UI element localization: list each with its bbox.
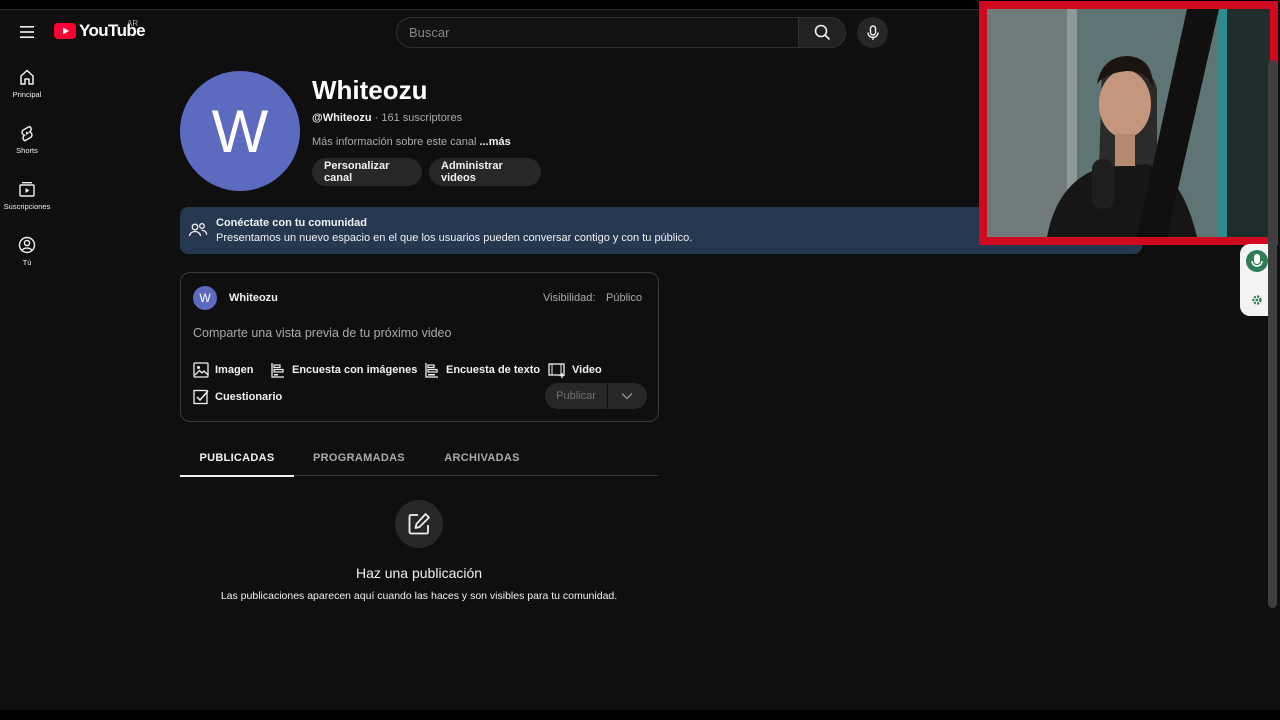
- add-video-button[interactable]: Video: [548, 362, 602, 378]
- visibility-label: Visibilidad:: [543, 292, 596, 304]
- search-bar: [396, 17, 846, 48]
- post-composer: W Whiteozu Visibilidad: Público Comparte…: [180, 272, 659, 422]
- webcam-feed-image: [987, 9, 1270, 237]
- search-input[interactable]: [396, 17, 798, 48]
- menu-button[interactable]: [12, 17, 42, 47]
- hamburger-icon: [20, 26, 34, 38]
- banner-description: Presentamos un nuevo espacio en el que l…: [216, 232, 693, 244]
- sidebar-item-shorts[interactable]: Shorts: [0, 116, 54, 172]
- webcam-overlay: [979, 1, 1278, 245]
- tool-label: Video: [572, 364, 602, 376]
- sidebar-item-tu[interactable]: Tú: [0, 228, 54, 284]
- tool-label: Encuesta con imágenes: [292, 364, 418, 376]
- home-icon: [20, 69, 34, 85]
- sidebar-item-suscripciones[interactable]: Suscripciones: [0, 172, 54, 228]
- publish-options-button[interactable]: [608, 383, 646, 409]
- subscriber-count: · 161 suscriptores: [371, 112, 463, 124]
- youtube-play-icon: [54, 23, 76, 39]
- composer-avatar: W: [193, 286, 217, 310]
- channel-name: Whiteozu: [312, 75, 428, 105]
- account-icon: [18, 236, 36, 254]
- youtube-logo[interactable]: YouTube AR: [54, 19, 146, 41]
- search-button[interactable]: [798, 17, 846, 48]
- subscriptions-icon: [19, 182, 35, 197]
- edit-icon: [408, 513, 430, 535]
- image-poll-icon: [271, 363, 284, 378]
- customize-channel-button[interactable]: Personalizar canal: [312, 158, 422, 186]
- channel-about-link[interactable]: Más información sobre este canal ...más: [312, 136, 511, 148]
- text-poll-button[interactable]: Encuesta de texto: [424, 362, 540, 378]
- tool-label: Imagen: [215, 364, 254, 376]
- empty-state-description: Las publicaciones aparecen aquí cuando l…: [220, 590, 618, 602]
- shorts-icon: [21, 125, 33, 142]
- voice-search-button[interactable]: [857, 17, 888, 48]
- scrollbar[interactable]: [1268, 60, 1277, 608]
- search-icon: [814, 24, 830, 41]
- microphone-icon: [1246, 250, 1268, 272]
- sidebar-item-label: Suscripciones: [3, 202, 51, 211]
- tab-publicadas[interactable]: PUBLICADAS: [180, 440, 294, 477]
- checkbox-icon: [193, 389, 209, 405]
- channel-handle: @Whiteozu: [312, 112, 372, 124]
- tool-label: Encuesta de texto: [446, 364, 541, 376]
- tab-programadas[interactable]: PROGRAMADAS: [294, 440, 424, 476]
- channel-meta: @Whiteozu · 161 suscriptores: [312, 112, 462, 124]
- empty-state-icon-wrap: [395, 500, 443, 548]
- channel-about-text: Más información sobre este canal: [312, 136, 480, 148]
- add-image-button[interactable]: Imagen: [193, 362, 254, 378]
- post-text-input[interactable]: Comparte una vista previa de tu próximo …: [193, 326, 451, 340]
- tab-archivadas[interactable]: ARCHIVADAS: [424, 440, 540, 476]
- people-icon: [188, 223, 208, 237]
- chevron-down-icon: [621, 392, 633, 400]
- image-icon: [193, 362, 209, 378]
- composer-author: Whiteozu: [229, 292, 278, 304]
- video-icon: [548, 363, 565, 378]
- more-link: ...más: [479, 136, 511, 148]
- sidebar-item-label: Principal: [12, 90, 42, 99]
- quiz-button[interactable]: Cuestionario: [193, 389, 282, 405]
- posts-tabs: PUBLICADAS PROGRAMADAS ARCHIVADAS: [180, 440, 658, 477]
- gear-icon: [1252, 295, 1262, 305]
- sidebar: Principal Shorts Suscripciones Tú: [0, 60, 54, 284]
- image-poll-button[interactable]: Encuesta con imágenes: [270, 362, 417, 378]
- bottom-edge: [0, 710, 1280, 720]
- tool-label: Cuestionario: [215, 391, 283, 403]
- sidebar-item-label: Shorts: [16, 146, 38, 155]
- country-code: AR: [127, 19, 139, 28]
- banner-title: Conéctate con tu comunidad: [216, 217, 367, 229]
- manage-videos-button[interactable]: Administrar videos: [429, 158, 541, 186]
- text-poll-icon: [425, 363, 438, 378]
- sidebar-item-principal[interactable]: Principal: [0, 60, 54, 116]
- publish-control: Publicar: [545, 383, 647, 409]
- sidebar-item-label: Tú: [22, 258, 32, 267]
- microphone-icon: [866, 24, 879, 40]
- publish-button[interactable]: Publicar: [545, 390, 607, 402]
- visibility-selector[interactable]: Público: [606, 292, 642, 304]
- channel-avatar: W: [180, 71, 300, 191]
- empty-state-title: Haz una publicación: [355, 565, 483, 581]
